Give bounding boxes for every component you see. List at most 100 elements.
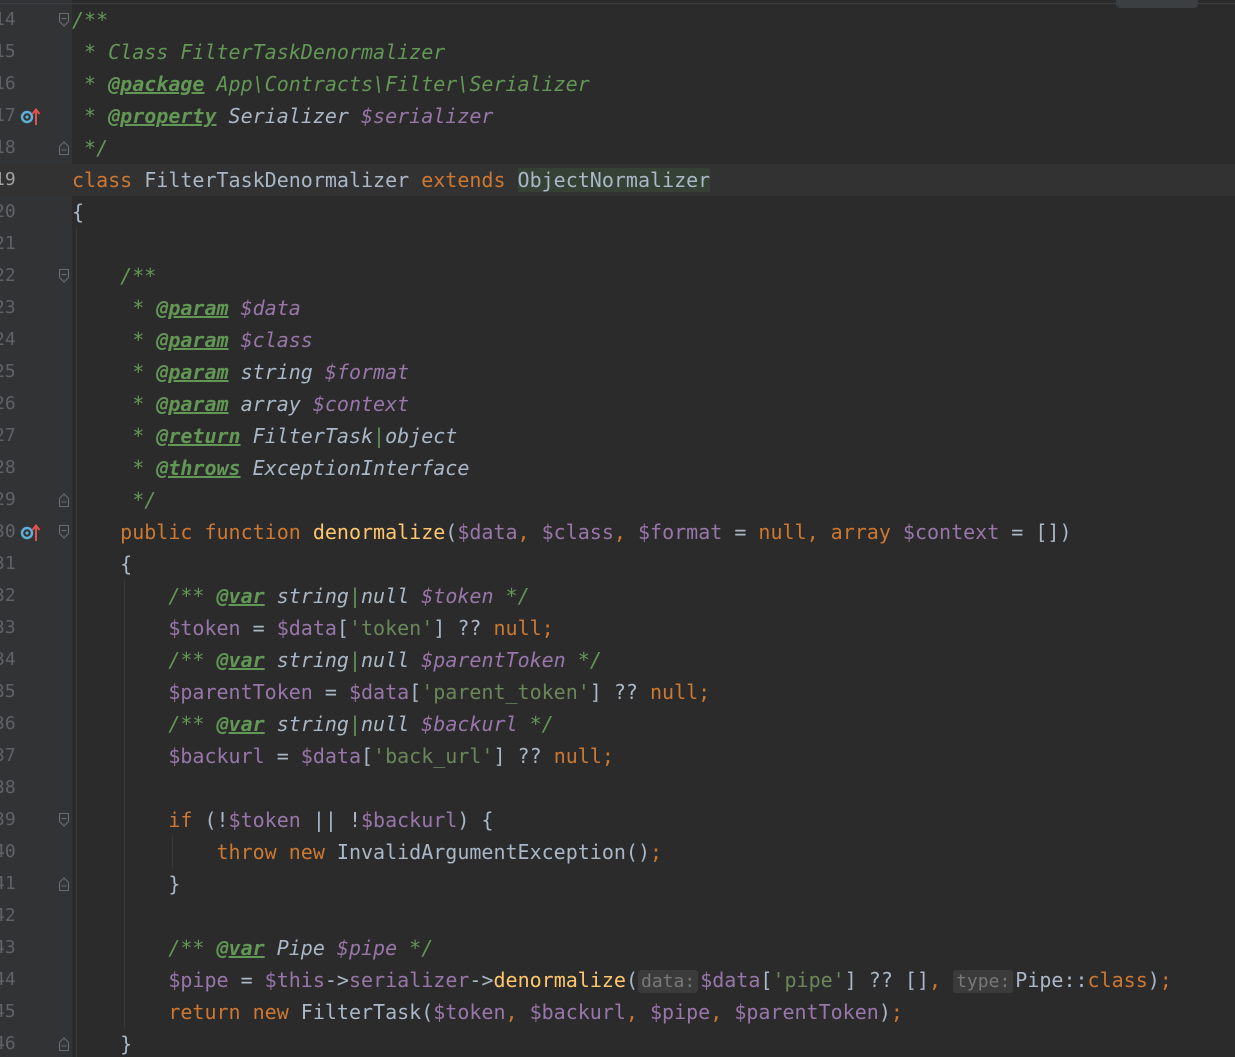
code-token: @param [156,392,229,416]
code-text[interactable]: $backurl = $data['back_url'] ?? null; [72,740,614,772]
code-token: null; [553,744,614,768]
code-line[interactable]: 19 class FilterTaskDenormalizer extends O… [0,164,1235,196]
code-text[interactable]: * @package App\Contracts\Filter\Serializ… [72,68,590,100]
code-token: [ [760,968,773,992]
code-text[interactable]: * Class FilterTaskDenormalizer [72,36,445,68]
code-line[interactable]: 37 $backurl = $data['back_url'] ?? null; [0,740,1235,772]
fold-start-icon[interactable] [58,812,70,828]
code-token: = []) [999,520,1072,544]
line-number: 28 [0,457,16,478]
code-line[interactable]: 41 } [0,868,1235,900]
line-number: 44 [0,969,16,990]
code-token: * [72,104,109,128]
code-text[interactable]: */ [72,484,156,516]
code-text[interactable]: * @throws ExceptionInterface [72,452,469,484]
code-text[interactable]: * @param $data [72,292,301,324]
floating-toolbar[interactable] [1116,0,1198,8]
code-line[interactable]: 26 * @param array $context [0,388,1235,420]
code-text[interactable]: return new FilterTask($token, $backurl, … [72,996,903,1028]
code-line[interactable]: 42 [0,900,1235,932]
code-token: denormalize [312,520,446,544]
fold-start-icon[interactable] [58,524,70,540]
code-text[interactable]: * @property Serializer $serializer [72,100,493,132]
code-text[interactable]: * @param array $context [72,388,409,420]
code-line[interactable]: 14 /** [0,4,1235,36]
code-line[interactable]: 44 $pipe = $this->serializer->denormaliz… [0,964,1235,996]
line-number: 42 [0,905,16,926]
code-token: | [348,712,362,736]
code-text[interactable]: /** @var string|null $parentToken */ [72,644,602,676]
code-text[interactable]: if (!$token || !$backurl) { [72,804,493,836]
code-editor[interactable]: 14/**15 * Class FilterTaskDenormalizer16… [0,0,1235,1057]
code-line[interactable]: 16 * @package App\Contracts\Filter\Seria… [0,68,1235,100]
code-text[interactable]: { [72,548,132,580]
code-token: * [120,296,157,320]
code-text[interactable]: $token = $data['token'] ?? null; [72,612,553,644]
code-text[interactable]: /** [72,4,108,36]
code-token: | [373,424,386,448]
code-text[interactable]: * @return FilterTask|object [72,420,457,452]
code-text[interactable]: /** @var Pipe $pipe */ [72,932,433,964]
code-line[interactable]: 43 /** @var Pipe $pipe */ [0,932,1235,964]
code-token: $this [264,968,325,992]
code-text[interactable]: /** @var string|null $token */ [72,580,529,612]
code-text[interactable]: throw new InvalidArgumentException(); [72,836,663,868]
code-line[interactable]: 21 [0,228,1235,260]
code-token: , [710,1000,735,1024]
code-line[interactable]: 22 /** [0,260,1235,292]
code-text[interactable]: */ [72,132,108,164]
code-line[interactable]: 28 * @throws ExceptionInterface [0,452,1235,484]
line-number: 25 [0,361,16,382]
code-token: , [929,968,954,992]
code-text[interactable]: /** [72,260,156,292]
code-text[interactable]: { [72,196,84,228]
code-line[interactable]: 45 return new FilterTask($token, $backur… [0,996,1235,1028]
code-token: null [361,712,422,736]
fold-start-icon[interactable] [58,12,70,28]
code-line[interactable]: 39 if (!$token || !$backurl) { [0,804,1235,836]
implements-override-icon[interactable] [20,522,42,542]
code-text[interactable]: * @param $class [72,324,313,356]
fold-start-icon[interactable] [58,268,70,284]
code-line[interactable]: 40 throw new InvalidArgumentException(); [0,836,1235,868]
code-text[interactable]: } [72,1028,132,1057]
code-line[interactable]: 18 */ [0,132,1235,164]
code-line[interactable]: 36 /** @var string|null $backurl */ [0,708,1235,740]
code-line[interactable]: 15 * Class FilterTaskDenormalizer [0,36,1235,68]
fold-end-icon[interactable] [58,140,70,156]
code-text[interactable]: $parentToken = $data['parent_token'] ?? … [72,676,710,708]
code-line[interactable]: 38 [0,772,1235,804]
code-text[interactable]: public function denormalize($data, $clas… [72,516,1071,548]
fold-end-icon[interactable] [58,492,70,508]
code-line[interactable]: 23 * @param $data [0,292,1235,324]
code-line[interactable]: 27 * @return FilterTask|object [0,420,1235,452]
implements-override-icon[interactable] [20,106,42,126]
code-token: * [120,392,157,416]
code-token: @property [108,104,217,128]
code-line[interactable]: 35 $parentToken = $data['parent_token'] … [0,676,1235,708]
code-line[interactable]: 24 * @param $class [0,324,1235,356]
code-line[interactable]: 17 * @property Serializer $serializer [0,100,1235,132]
code-token: object [385,424,458,448]
code-text[interactable]: * @param string $format [72,356,409,388]
code-line[interactable]: 34 /** @var string|null $parentToken */ [0,644,1235,676]
code-line[interactable]: 30 public function denormalize($data, $c… [0,516,1235,548]
code-text[interactable]: /** @var string|null $backurl */ [72,708,553,740]
code-line[interactable]: 32 /** @var string|null $token */ [0,580,1235,612]
code-token: $format [637,520,723,544]
fold-end-icon[interactable] [58,876,70,892]
code-text[interactable]: $pipe = $this->serializer->denormalize(d… [72,964,1172,996]
code-token: extends [421,168,506,192]
fold-end-icon[interactable] [58,1036,70,1052]
code-token: [ [361,744,374,768]
code-text[interactable]: class FilterTaskDenormalizer extends Obj… [72,164,711,196]
code-line[interactable]: 31 { [0,548,1235,580]
code-line[interactable]: 29 */ [0,484,1235,516]
code-token: @param [156,296,229,320]
code-line[interactable]: 33 $token = $data['token'] ?? null; [0,612,1235,644]
code-line[interactable]: 20 { [0,196,1235,228]
code-token: string [264,712,349,736]
code-line[interactable]: 46 } [0,1028,1235,1057]
code-text[interactable]: } [72,868,180,900]
code-line[interactable]: 25 * @param string $format [0,356,1235,388]
